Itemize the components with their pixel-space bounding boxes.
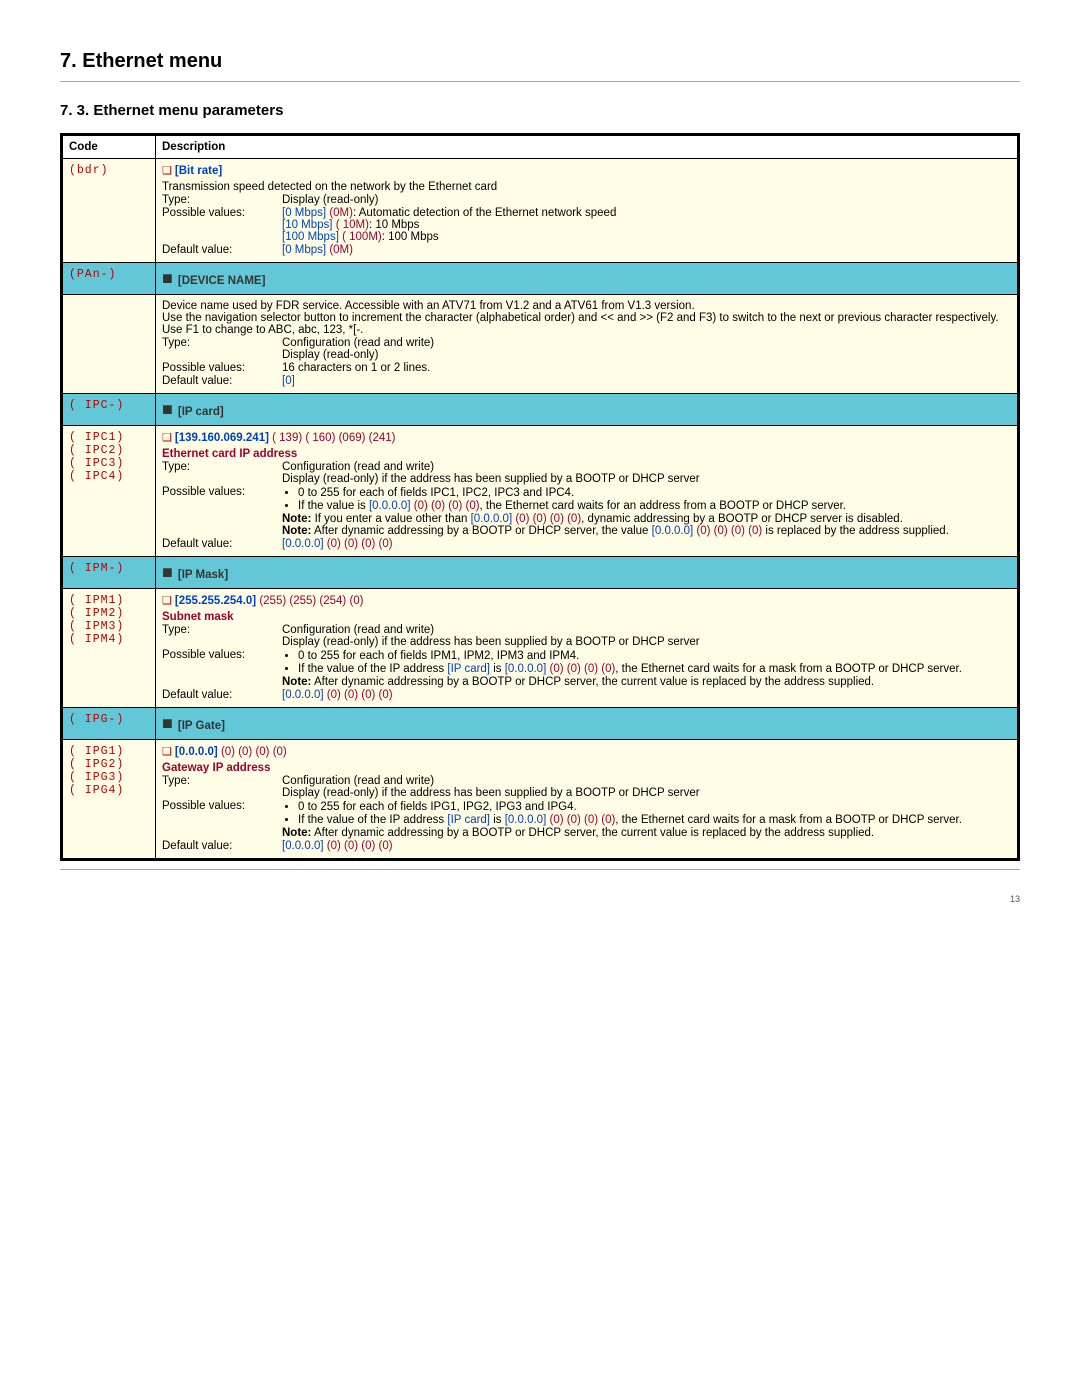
label: Type: [162, 194, 282, 206]
desc-ip-gate: [0.0.0.0] (0) (0) (0) (0) Gateway IP add… [156, 740, 1019, 860]
value: Display (read-only) [282, 194, 1011, 206]
label: Type: [162, 337, 282, 361]
desc-device-name: Device name used by FDR service. Accessi… [156, 295, 1019, 394]
page-number: 13 [60, 894, 1020, 904]
section-device-name: [DEVICE NAME] [156, 263, 1019, 295]
code-ipc-sub: ( IPC1) ( IPC2) ( IPC3) ( IPC4) [62, 426, 156, 557]
list-item: 0 to 255 for each of fields IPM1, IPM2, … [298, 650, 1011, 662]
subtitle: Gateway IP address [162, 762, 1011, 774]
page-title: 7. Ethernet menu [60, 50, 1020, 73]
label: Default value: [162, 689, 282, 701]
col-code: Code [62, 135, 156, 159]
value: Configuration (read and write)Display (r… [282, 775, 1011, 799]
section-ip-gate: [IP Gate] [156, 708, 1019, 740]
label: Possible values: [162, 649, 282, 688]
label: Type: [162, 775, 282, 799]
value: [0] [282, 375, 1011, 387]
text: Use the navigation selector button to in… [162, 312, 1011, 336]
code-ipm-sub: ( IPM1) ( IPM2) ( IPM3) ( IPM4) [62, 589, 156, 708]
value: [0.0.0.0] (0) (0) (0) (0) [282, 840, 1011, 852]
section-ip-card: [IP card] [156, 394, 1019, 426]
col-desc: Description [156, 135, 1019, 159]
divider [60, 869, 1020, 870]
list-item: If the value is [0.0.0.0] (0) (0) (0) (0… [298, 500, 1011, 512]
label: Possible values: [162, 362, 282, 374]
value: Configuration (read and write)Display (r… [282, 337, 1011, 361]
value: 16 characters on 1 or 2 lines. [282, 362, 1011, 374]
value: [0 Mbps] (0M): Automatic detection of th… [282, 207, 1011, 243]
parameters-table: Code Description (bdr) [Bit rate] Transm… [60, 133, 1020, 861]
list-item: 0 to 255 for each of fields IPG1, IPG2, … [298, 801, 1011, 813]
code-ipg-sub: ( IPG1) ( IPG2) ( IPG3) ( IPG4) [62, 740, 156, 860]
value: 0 to 255 for each of fields IPM1, IPM2, … [282, 649, 1011, 688]
code-empty [62, 295, 156, 394]
label: Type: [162, 461, 282, 485]
param-name: [Bit rate] [175, 165, 222, 177]
code-ipm: ( IPM-) [62, 557, 156, 589]
value: Configuration (read and write)Display (r… [282, 624, 1011, 648]
code-ipc: ( IPC-) [62, 394, 156, 426]
value: [0 Mbps] (0M) [282, 244, 1011, 256]
code-ipg: ( IPG-) [62, 708, 156, 740]
label: Default value: [162, 538, 282, 550]
code-pan: (PAn-) [62, 263, 156, 295]
label: Default value: [162, 840, 282, 852]
section-ip-mask: [IP Mask] [156, 557, 1019, 589]
value: 0 to 255 for each of fields IPG1, IPG2, … [282, 800, 1011, 839]
section-title: 7. 3. Ethernet menu parameters [60, 102, 1020, 119]
label: Default value: [162, 375, 282, 387]
label: Type: [162, 624, 282, 648]
text: Device name used by FDR service. Accessi… [162, 300, 1011, 312]
list-item: 0 to 255 for each of fields IPC1, IPC2, … [298, 487, 1011, 499]
subtitle: Subnet mask [162, 611, 1011, 623]
value: Configuration (read and write)Display (r… [282, 461, 1011, 485]
value: 0 to 255 for each of fields IPC1, IPC2, … [282, 486, 1011, 537]
label: Possible values: [162, 207, 282, 243]
desc-ip-card: [139.160.069.241] ( 139) ( 160) (069) (2… [156, 426, 1019, 557]
value: [0.0.0.0] (0) (0) (0) (0) [282, 538, 1011, 550]
desc-ip-mask: [255.255.254.0] (255) (255) (254) (0) Su… [156, 589, 1019, 708]
code-bdr: (bdr) [62, 159, 156, 263]
label: Possible values: [162, 486, 282, 537]
list-item: If the value of the IP address [IP card]… [298, 663, 1011, 675]
label: Default value: [162, 244, 282, 256]
divider [60, 81, 1020, 82]
value: [0.0.0.0] (0) (0) (0) (0) [282, 689, 1011, 701]
subtitle: Ethernet card IP address [162, 448, 1011, 460]
list-item: If the value of the IP address [IP card]… [298, 814, 1011, 826]
text: Transmission speed detected on the netwo… [162, 181, 1011, 193]
label: Possible values: [162, 800, 282, 839]
desc-bdr: [Bit rate] Transmission speed detected o… [156, 159, 1019, 263]
